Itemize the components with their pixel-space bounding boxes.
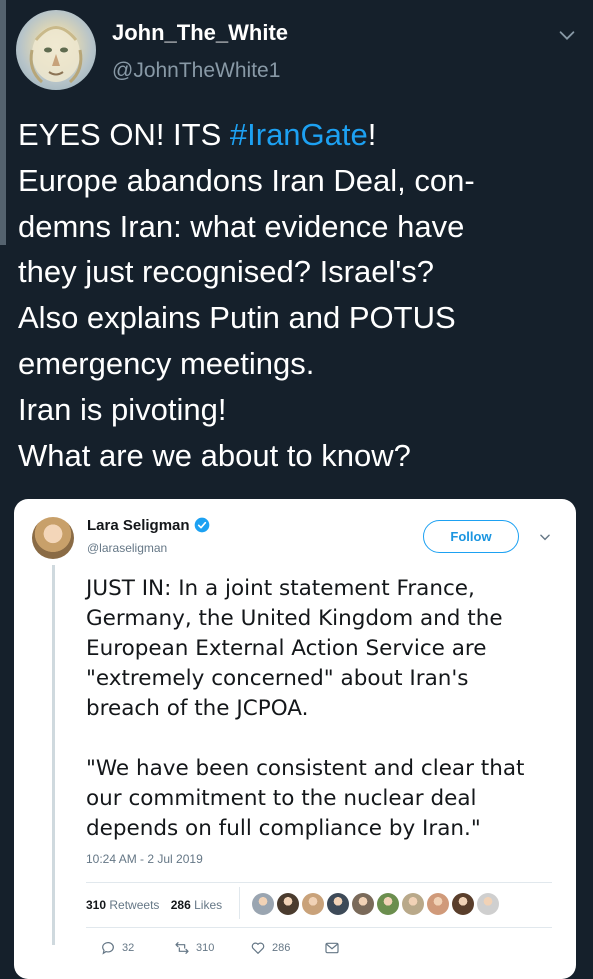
embedded-text-line: European External Action Service are	[86, 636, 487, 661]
embedded-text-line: Germany, the United Kingdom and the	[86, 606, 503, 631]
retweet-button[interactable]: 310	[174, 940, 214, 956]
embedded-author-name[interactable]: Lara Seligman	[87, 517, 210, 534]
verified-badge-icon	[194, 517, 209, 533]
lion-portrait-image	[29, 26, 83, 84]
embedded-tweet-text: JUST IN: In a joint statement France, Ge…	[86, 574, 566, 844]
likes-label[interactable]: Likes	[194, 898, 222, 912]
author-avatar[interactable]	[16, 10, 96, 90]
direct-message-button[interactable]	[324, 940, 340, 956]
tweet-text-line: Europe abandons Iran Deal, con-	[18, 162, 475, 198]
tweet-text-line: EYES ON! ITS #IranGate!	[18, 117, 377, 152]
heart-icon	[251, 942, 265, 954]
liker-avatar[interactable]	[252, 893, 274, 915]
tweet-text-line: Iran is pivoting!	[18, 391, 227, 427]
liker-avatar[interactable]	[452, 893, 474, 915]
tweet-text-line: Also explains Putin and POTUS	[18, 300, 456, 336]
chevron-down-icon[interactable]	[538, 530, 552, 544]
retweets-label[interactable]: Retweets	[109, 898, 159, 912]
embedded-author-handle[interactable]: @laraseligman	[87, 541, 167, 555]
like-button[interactable]: 286	[250, 940, 290, 956]
divider	[86, 882, 552, 883]
embedded-text-line: depends on full compliance by Iran."	[86, 816, 481, 841]
liker-avatar[interactable]	[327, 893, 349, 915]
tweet-text-line: demns Iran: what evidence have	[18, 208, 465, 244]
embedded-text-line: "We have been consistent and clear that	[86, 756, 525, 781]
embedded-author-avatar[interactable]	[32, 517, 74, 559]
envelope-icon	[325, 942, 339, 954]
tweet-text: EYES ON! ITS #IranGate! Europe abandons …	[18, 112, 583, 478]
tweet-timestamp[interactable]: 10:24 AM - 2 Jul 2019	[86, 852, 203, 866]
quote-thread-line	[52, 565, 55, 945]
embedded-text-line: JUST IN: In a joint statement France,	[86, 576, 475, 601]
tweet-text-line: emergency meetings.	[18, 345, 315, 381]
embedded-tweet-card[interactable]: Lara Seligman @laraseligman Follow JUST …	[14, 499, 576, 979]
chevron-down-icon[interactable]	[556, 24, 578, 46]
author-handle[interactable]: @JohnTheWhite1	[112, 59, 280, 83]
embedded-text-line: "extremely concerned" about Iran's	[86, 666, 469, 691]
reply-icon	[102, 942, 114, 955]
liker-avatar[interactable]	[352, 893, 374, 915]
embedded-text-line: breach of the JCPOA.	[86, 696, 309, 721]
retweet-icon	[175, 942, 189, 954]
divider	[239, 887, 240, 919]
retweet-count: 310	[196, 942, 215, 954]
reply-button[interactable]: 32	[100, 940, 134, 956]
liker-avatar[interactable]	[477, 893, 499, 915]
reply-count: 32	[122, 942, 135, 954]
liker-avatar[interactable]	[402, 893, 424, 915]
scroll-edge-indicator	[0, 0, 6, 245]
tweet-text-line: What are we about to know?	[18, 437, 411, 473]
embedded-text-line: our commitment to the nuclear deal	[86, 786, 477, 811]
liker-avatar[interactable]	[427, 893, 449, 915]
tweet-text-line: they just recognised? Israel's?	[18, 254, 435, 290]
like-count: 286	[272, 942, 291, 954]
author-display-name[interactable]: John_The_White	[112, 20, 288, 46]
hashtag-link[interactable]: #IranGate	[230, 117, 368, 152]
liker-avatar[interactable]	[377, 893, 399, 915]
engagement-stats: 310 Retweets 286 Likes	[86, 898, 230, 912]
likes-count[interactable]: 286	[171, 898, 191, 912]
follow-button[interactable]: Follow	[423, 520, 519, 553]
divider	[86, 927, 552, 928]
liker-avatar[interactable]	[277, 893, 299, 915]
liker-avatar[interactable]	[302, 893, 324, 915]
retweets-count[interactable]: 310	[86, 898, 106, 912]
tweet-actions: 32 310 286	[86, 940, 386, 960]
liker-avatars[interactable]	[252, 893, 499, 915]
